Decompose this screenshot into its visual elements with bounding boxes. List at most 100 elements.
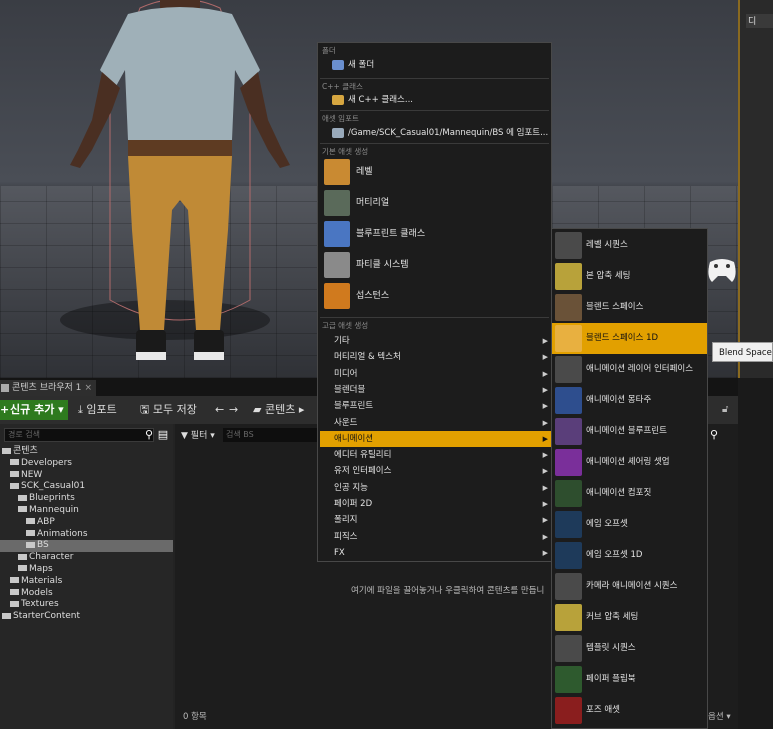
basic-asset-menu-item[interactable]: 레벨	[322, 157, 548, 187]
import-button[interactable]: ⤓ 임포트	[78, 400, 117, 420]
new-cpp-label: 새 C++ 클래스...	[348, 95, 413, 105]
lock-icon[interactable]: 🔓︎	[722, 404, 728, 415]
content-browser-tab[interactable]: 콘텐츠 브라우저 1 ×	[0, 380, 96, 396]
new-cpp-class-menu-item[interactable]: 새 C++ 클래스...	[332, 93, 413, 107]
advanced-asset-label: 미디어	[334, 368, 358, 379]
animation-submenu-item[interactable]: 애니메이션 레이어 인터페이스	[552, 354, 707, 385]
back-arrow-icon: ←	[215, 403, 225, 416]
tree-item[interactable]: Character	[0, 552, 173, 564]
advanced-asset-menu-item[interactable]: 블루프린트 ▶	[320, 398, 551, 414]
advanced-asset-label: 블렌더블	[334, 384, 366, 395]
advanced-asset-menu-item[interactable]: FX ▶	[320, 545, 551, 561]
chevron-down-icon: ▾	[58, 403, 64, 416]
mannequin-character[interactable]	[40, 0, 340, 378]
add-new-label: 신규 추가	[10, 403, 55, 416]
new-folder-menu-item[interactable]: 새 폴더	[332, 58, 374, 72]
animation-submenu-label: 페이퍼 플립북	[586, 674, 636, 684]
advanced-assets-section-header: 고급 애셋 생성	[322, 321, 369, 330]
save-all-button[interactable]: 🖫 모두 저장	[140, 400, 197, 420]
sources-view-icon[interactable]: ▤	[157, 429, 169, 441]
animation-submenu-item[interactable]: 카메라 애니메이션 시퀀스	[552, 571, 707, 602]
advanced-asset-label: FX	[334, 547, 345, 558]
basic-asset-menu-item[interactable]: 블루프린트 클래스	[322, 219, 548, 249]
tree-item[interactable]: NEW	[0, 470, 173, 482]
animation-submenu-item[interactable]: 포즈 애셋	[552, 695, 707, 726]
folder-icon: ▰	[253, 403, 262, 416]
nav-forward-button[interactable]: →	[229, 400, 238, 420]
animation-submenu-item[interactable]: 본 압축 세팅	[552, 261, 707, 292]
close-icon[interactable]: ×	[84, 380, 92, 396]
tree-item[interactable]: Blueprints	[0, 493, 173, 505]
animation-submenu-label: 레벨 시퀀스	[586, 240, 628, 250]
search-icon[interactable]: ⚲	[708, 429, 720, 441]
tree-item-label: Mannequin	[29, 504, 79, 515]
animation-submenu-item[interactable]: 애니메이션 셰어링 셋업	[552, 447, 707, 478]
search-icon[interactable]: ⚲	[143, 429, 155, 441]
folder-icon	[26, 530, 35, 537]
advanced-asset-menu-item[interactable]: 애니메이션 ▶	[320, 430, 551, 447]
submenu-arrow-icon: ▶	[542, 369, 548, 378]
save-all-label: 모두 저장	[152, 403, 197, 416]
substance-icon	[324, 283, 350, 309]
folder-icon	[10, 600, 19, 607]
animation-submenu-item[interactable]: 페이퍼 플립북	[552, 664, 707, 695]
import-to-path-menu-item[interactable]: /Game/SCK_Casual01/Mannequin/BS 에 임포트...	[332, 126, 548, 140]
animation-submenu-item[interactable]: 에임 오프셋	[552, 509, 707, 540]
basic-asset-label: 레벨	[356, 167, 373, 177]
details-panel-edge	[738, 0, 773, 378]
tree-item-label: NEW	[21, 469, 43, 480]
tree-item[interactable]: Maps	[0, 564, 173, 576]
animation-submenu-item[interactable]: 커브 압축 세팅	[552, 602, 707, 633]
advanced-asset-menu-item[interactable]: 피직스 ▶	[320, 529, 551, 545]
anim-blueprint-icon	[555, 418, 582, 445]
advanced-asset-menu-item[interactable]: 유저 인터페이스 ▶	[320, 463, 551, 479]
animation-submenu-item[interactable]: 블렌드 스페이스 1D	[552, 323, 707, 354]
view-options-label: 옵션	[708, 712, 724, 722]
folder-section-header: 폴더	[322, 46, 336, 55]
template-sequence-icon	[555, 635, 582, 662]
animation-submenu-item[interactable]: 애니메이션 몽타주	[552, 385, 707, 416]
tree-item[interactable]: Models	[0, 588, 173, 600]
filter-button[interactable]: ▼ 필터 ▾	[181, 428, 215, 441]
advanced-asset-menu-item[interactable]: 머티리얼 & 텍스처 ▶	[320, 349, 551, 365]
advanced-asset-menu-item[interactable]: 사운드 ▶	[320, 415, 551, 431]
animation-submenu-item[interactable]: 블렌드 스페이스	[552, 292, 707, 323]
tree-item[interactable]: Textures	[0, 599, 173, 611]
tree-item[interactable]: Materials	[0, 576, 173, 588]
animation-submenu-item[interactable]: 애니메이션 블루프린트	[552, 416, 707, 447]
advanced-asset-menu-item[interactable]: 인공 지능 ▶	[320, 480, 551, 496]
animation-submenu-item[interactable]: 에임 오프셋 1D	[552, 540, 707, 571]
tree-item[interactable]: ABP	[0, 517, 173, 529]
basic-asset-menu-item[interactable]: 머티리얼	[322, 188, 548, 218]
tree-item-label: Models	[21, 587, 53, 598]
details-tab[interactable]: 디	[746, 14, 773, 28]
tree-item-label: Character	[29, 552, 74, 563]
tree-item-label: SCK_Casual01	[21, 481, 86, 492]
breadcrumb[interactable]: ▰ 콘텐츠 ▸	[253, 400, 304, 420]
basic-asset-menu-item[interactable]: 섭스턴스	[322, 281, 548, 311]
advanced-asset-menu-item[interactable]: 미디어 ▶	[320, 366, 551, 382]
advanced-asset-menu-item[interactable]: 기타 ▶	[320, 333, 551, 349]
animation-submenu-item[interactable]: 레벨 시퀀스	[552, 230, 707, 261]
path-search-input[interactable]: 경로 검색	[4, 428, 154, 442]
new-folder-label: 새 폴더	[348, 60, 375, 70]
tree-item[interactable]: BS	[0, 540, 173, 553]
tree-item[interactable]: SCK_Casual01	[0, 481, 173, 493]
tree-item[interactable]: StarterContent	[0, 611, 173, 623]
tree-item[interactable]: Animations	[0, 529, 173, 541]
nav-back-button[interactable]: ←	[215, 400, 224, 420]
advanced-asset-menu-item[interactable]: 에디터 유틸리티 ▶	[320, 447, 551, 463]
import-icon	[332, 127, 344, 138]
animation-submenu-item[interactable]: 애니메이션 컴포짓	[552, 478, 707, 509]
basic-asset-menu-item[interactable]: 파티클 시스템	[322, 250, 548, 280]
material-icon	[324, 190, 350, 216]
tree-item[interactable]: 콘텐츠	[0, 446, 173, 458]
view-options-button[interactable]: 옵션 ▾	[708, 710, 731, 722]
advanced-asset-menu-item[interactable]: 페이퍼 2D ▶	[320, 496, 551, 512]
tree-item[interactable]: Developers	[0, 458, 173, 470]
tree-item[interactable]: Mannequin	[0, 505, 173, 517]
animation-submenu-item[interactable]: 템플릿 시퀀스	[552, 633, 707, 664]
advanced-asset-menu-item[interactable]: 블렌더블 ▶	[320, 382, 551, 398]
advanced-asset-menu-item[interactable]: 폴리지 ▶	[320, 512, 551, 528]
add-new-button[interactable]: + 신규 추가 ▾	[0, 400, 68, 420]
